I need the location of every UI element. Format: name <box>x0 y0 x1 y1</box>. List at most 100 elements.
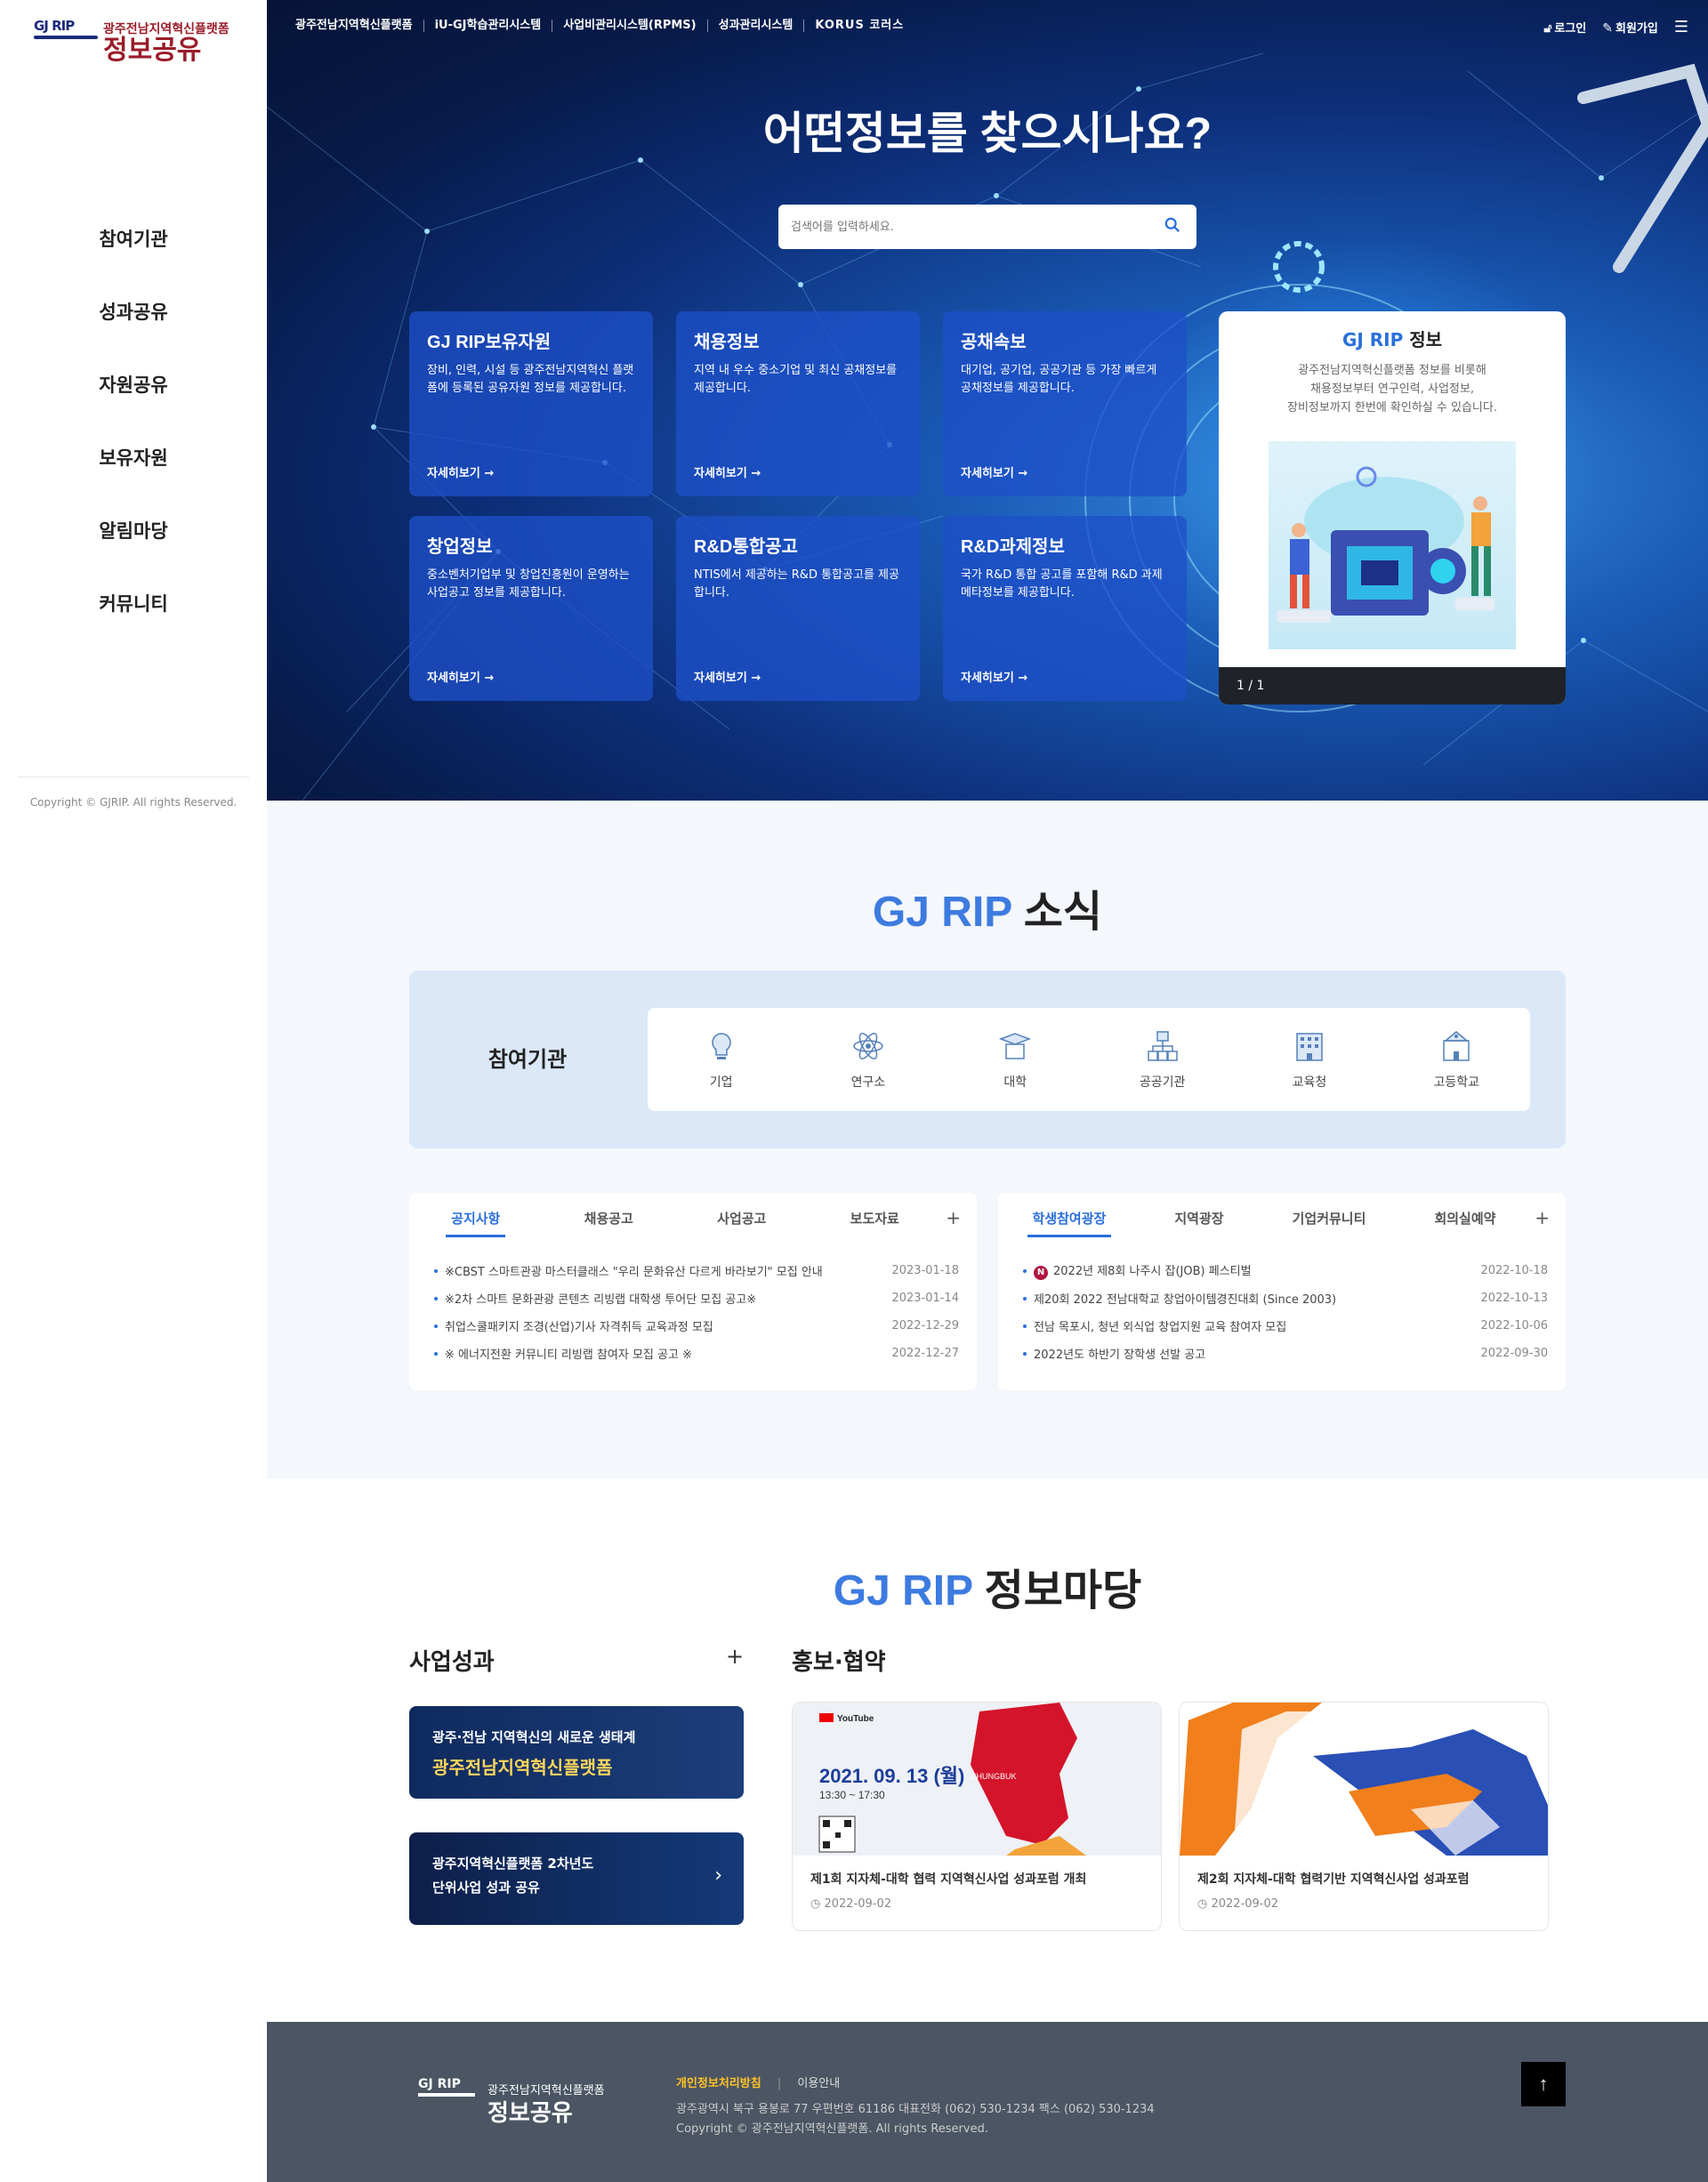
promo-card-forum1[interactable]: 2021. 09. 13 (월) 13:30 ~ 17:30 YouTube C… <box>792 1702 1162 1931</box>
item-date: 2022-09-30 <box>1480 1347 1548 1360</box>
sidebar-item-results[interactable]: 성과공유 <box>0 295 267 368</box>
participant-high-school[interactable]: 고등학교 <box>1403 1028 1510 1091</box>
list-item[interactable]: 취업스쿨패키지 조경(산업)기사 자격취득 교육과정 모집 2022-12-29 <box>434 1312 959 1340</box>
logo-title: 정보공유 <box>103 35 202 66</box>
info-title-rest: 정보 <box>1403 329 1443 350</box>
topnav-link-lms[interactable]: iU-GJ학습관리시스템 <box>424 20 553 32</box>
result-banner-year2[interactable]: 광주지역혁신플랫폼 2차년도 단위사업 성과 공유 › <box>409 1832 744 1925</box>
tab-notices[interactable]: 공지사항 <box>446 1205 506 1237</box>
login-link[interactable]: 🔓︎ 로그인 <box>1543 19 1586 36</box>
participant-company[interactable]: 기업 <box>668 1028 775 1091</box>
top-nav: 광주전남지역혁신플랫폼 iU-GJ학습관리시스템 사업비관리시스템(RPMS) … <box>285 12 914 39</box>
hero-card-startup[interactable]: 창업정보 중소벤처기업부 및 창업진흥원이 운영하는 사업공고 정보를 제공합니… <box>409 516 653 701</box>
tab-regional-plaza[interactable]: 지역광장 <box>1169 1205 1229 1237</box>
tab-company-community[interactable]: 기업커뮤니티 <box>1287 1205 1372 1237</box>
separator: | <box>777 2077 782 2090</box>
item-date: 2022-12-27 <box>891 1347 959 1360</box>
topnav-link-platform[interactable]: 광주전남지역혁신플랫폼 <box>285 20 424 32</box>
tab-room-reservation[interactable]: 회의실예약 <box>1429 1205 1501 1237</box>
poster-time: 13:30 ~ 17:30 <box>819 1789 885 1801</box>
topnav-link-rpms[interactable]: 사업비관리시스템(RPMS) <box>552 20 708 32</box>
item-title: 제20회 2022 전남대학교 창업아이템경진대회 (Since 2003) <box>1034 1293 1337 1307</box>
topnav-link-korus[interactable]: KORUS 코러스 <box>804 20 914 32</box>
info-title: GJ RIP 정보 <box>1219 326 1566 351</box>
list-item[interactable]: N 2022년 제8회 나주시 잡(JOB) 페스티벌 2022-10-18 <box>1023 1257 1548 1284</box>
card-title: 채용정보 <box>694 333 760 352</box>
card-more-link[interactable]: 자세히보기 → <box>694 668 761 685</box>
tab-student-plaza[interactable]: 학생참여광장 <box>1027 1205 1112 1237</box>
sidebar: GJ RIP 광주전남지역혁신플랫폼 정보공유 참여기관 성과공유 자원공유 보… <box>0 0 267 818</box>
list-item[interactable]: 2022년도 하반기 장학생 선발 공고 2022-09-30 <box>1023 1340 1548 1367</box>
hero-card-jobs[interactable]: 채용정보 지역 내 우수 중소기업 및 최신 공채정보를 제공합니다. 자세히보… <box>676 311 920 496</box>
list-item[interactable]: ※ 에너지전환 커뮤니티 리빙랩 참여자 모집 공고 ※ 2022-12-27 <box>434 1340 959 1367</box>
bullet <box>434 1268 438 1273</box>
sidebar-item-owned-resources[interactable]: 보유자원 <box>0 441 267 514</box>
result-banner-platform[interactable]: 광주·전남 지역혁신의 새로운 생태계 광주전남지역혁신플랫폼 <box>409 1706 744 1799</box>
promo-card-title: 제2회 지자체-대학 협력기반 지역혁신사업 성과포럼 <box>1197 1872 1470 1887</box>
list-item[interactable]: ※2차 스마트 문화관광 콘텐츠 리빙랩 대학생 투어단 모집 공고※ 2023-… <box>434 1284 959 1312</box>
participant-label: 연구소 <box>850 1075 886 1090</box>
list-item[interactable]: 전남 목포시, 청년 외식업 창업지원 교육 참여자 모집 2022-10-06 <box>1023 1312 1548 1340</box>
search-input[interactable] <box>791 213 1147 240</box>
tab-press[interactable]: 보도자료 <box>845 1205 905 1237</box>
bullet <box>1023 1268 1027 1273</box>
card-more-link[interactable]: 자세히보기 → <box>694 463 761 480</box>
hero-card-rnd-notice[interactable]: R&D통합공고 NTIS에서 제공하는 R&D 통합공고를 제공합니다. 자세히… <box>676 516 920 701</box>
hero-card-rnd-projects[interactable]: R&D과제정보 국가 R&D 통합 공고를 포함해 R&D 과제 메타정보를 제… <box>943 516 1187 701</box>
card-more-link[interactable]: 자세히보기 → <box>961 463 1027 480</box>
scroll-top-button[interactable]: ↑ <box>1521 2062 1566 2106</box>
results-more-plus-icon[interactable]: + <box>726 1644 744 1669</box>
hero-card-recruit-news[interactable]: 공채속보 대기업, 공기업, 공공기관 등 가장 빠르게 공채정보를 제공합니다… <box>943 311 1187 496</box>
sidebar-item-community[interactable]: 커뮤니티 <box>0 587 267 660</box>
footer-links: 개인정보처리방침 | 이용안내 <box>676 2073 840 2090</box>
tab-recruit[interactable]: 채용공고 <box>579 1205 639 1237</box>
bullet <box>434 1351 438 1356</box>
sidebar-item-resource-sharing[interactable]: 자원공유 <box>0 368 267 441</box>
card-title: 창업정보 <box>427 537 493 557</box>
site-logo[interactable]: GJ RIP 광주전남지역혁신플랫폼 정보공유 <box>34 16 247 69</box>
lock-icon: 🔓︎ <box>1543 21 1552 36</box>
footer-logo: GJ RIP 광주전남지역혁신플랫폼 정보공유 <box>418 2075 632 2129</box>
participant-university[interactable]: 대학 <box>962 1028 1068 1091</box>
list-item[interactable]: ※CBST 스마트관광 마스터클래스 "우리 문화유산 다르게 바라보기" 모집… <box>434 1257 959 1284</box>
promo-card-image <box>1180 1703 1548 1856</box>
promo-card-date-text: 2022-09-02 <box>1211 1897 1279 1911</box>
sidebar-item-participants[interactable]: 참여기관 <box>0 222 267 295</box>
participant-public[interactable]: 공공기관 <box>1109 1028 1216 1091</box>
item-date: 2022-10-13 <box>1480 1292 1548 1305</box>
signup-link[interactable]: ✎ 회원가입 <box>1602 19 1658 36</box>
more-plus-icon[interactable]: + <box>1535 1207 1550 1228</box>
footer-logo-title: 정보공유 <box>487 2100 573 2127</box>
notice-tabs: 공지사항 채용공고 사업공고 보도자료 <box>409 1205 977 1237</box>
more-plus-icon[interactable]: + <box>946 1207 961 1228</box>
participant-education-office[interactable]: 교육청 <box>1256 1028 1363 1091</box>
terms-link[interactable]: 이용안내 <box>797 2077 840 2090</box>
new-badge: N <box>1034 1266 1048 1280</box>
chevron-right-icon: › <box>714 1864 722 1887</box>
hero-card-resources[interactable]: GJ RIP보유자원 장비, 인력, 시설 등 광주전남지역혁신 플랫폼에 등록… <box>409 311 653 496</box>
title-brand: GJ RIP <box>833 1567 973 1614</box>
info-title-brand: GJ RIP <box>1341 329 1404 350</box>
footer: GJ RIP 광주전남지역혁신플랫폼 정보공유 개인정보처리방침 | 이용안내 … <box>267 2022 1708 2182</box>
card-more-link[interactable]: 자세히보기 → <box>961 668 1027 685</box>
card-more-link[interactable]: 자세히보기 → <box>427 668 494 685</box>
topnav-link-performance[interactable]: 성과관리시스템 <box>708 20 805 32</box>
tab-business[interactable]: 사업공고 <box>712 1205 771 1237</box>
card-more-link[interactable]: 자세히보기 → <box>427 463 494 480</box>
search-icon[interactable] <box>1164 217 1180 233</box>
community-list: N 2022년 제8회 나주시 잡(JOB) 페스티벌 2022-10-18 제20… <box>1023 1257 1548 1367</box>
logo-underline <box>34 36 98 39</box>
footer-copyright: Copyright © 광주전남지역혁신플랫폼. All rights Rese… <box>676 2122 988 2136</box>
signup-label: 회원가입 <box>1615 22 1658 36</box>
menu-icon[interactable]: ☰ <box>1674 18 1688 36</box>
list-item[interactable]: 제20회 2022 전남대학교 창업아이템경진대회 (Since 2003) 20… <box>1023 1284 1548 1312</box>
sidebar-item-notices[interactable]: 알림마당 <box>0 514 267 587</box>
participants-label: 참여기관 <box>487 1047 568 1072</box>
card-desc: 국가 R&D 통합 공고를 포함해 R&D 과제 메타정보를 제공합니다. <box>961 568 1163 600</box>
participant-research[interactable]: 연구소 <box>815 1028 922 1091</box>
bullet <box>434 1296 438 1300</box>
privacy-policy-link[interactable]: 개인정보처리방침 <box>676 2077 761 2090</box>
promo-card-forum2[interactable]: 제2회 지자체-대학 협력기반 지역혁신사업 성과포럼 ◷ 2022-09-02 <box>1179 1702 1549 1931</box>
title-rest: 소식 <box>1011 889 1103 936</box>
participants-box: 참여기관 기업 연구소 대학 공공기관 교육청 고등학교 <box>409 970 1566 1148</box>
